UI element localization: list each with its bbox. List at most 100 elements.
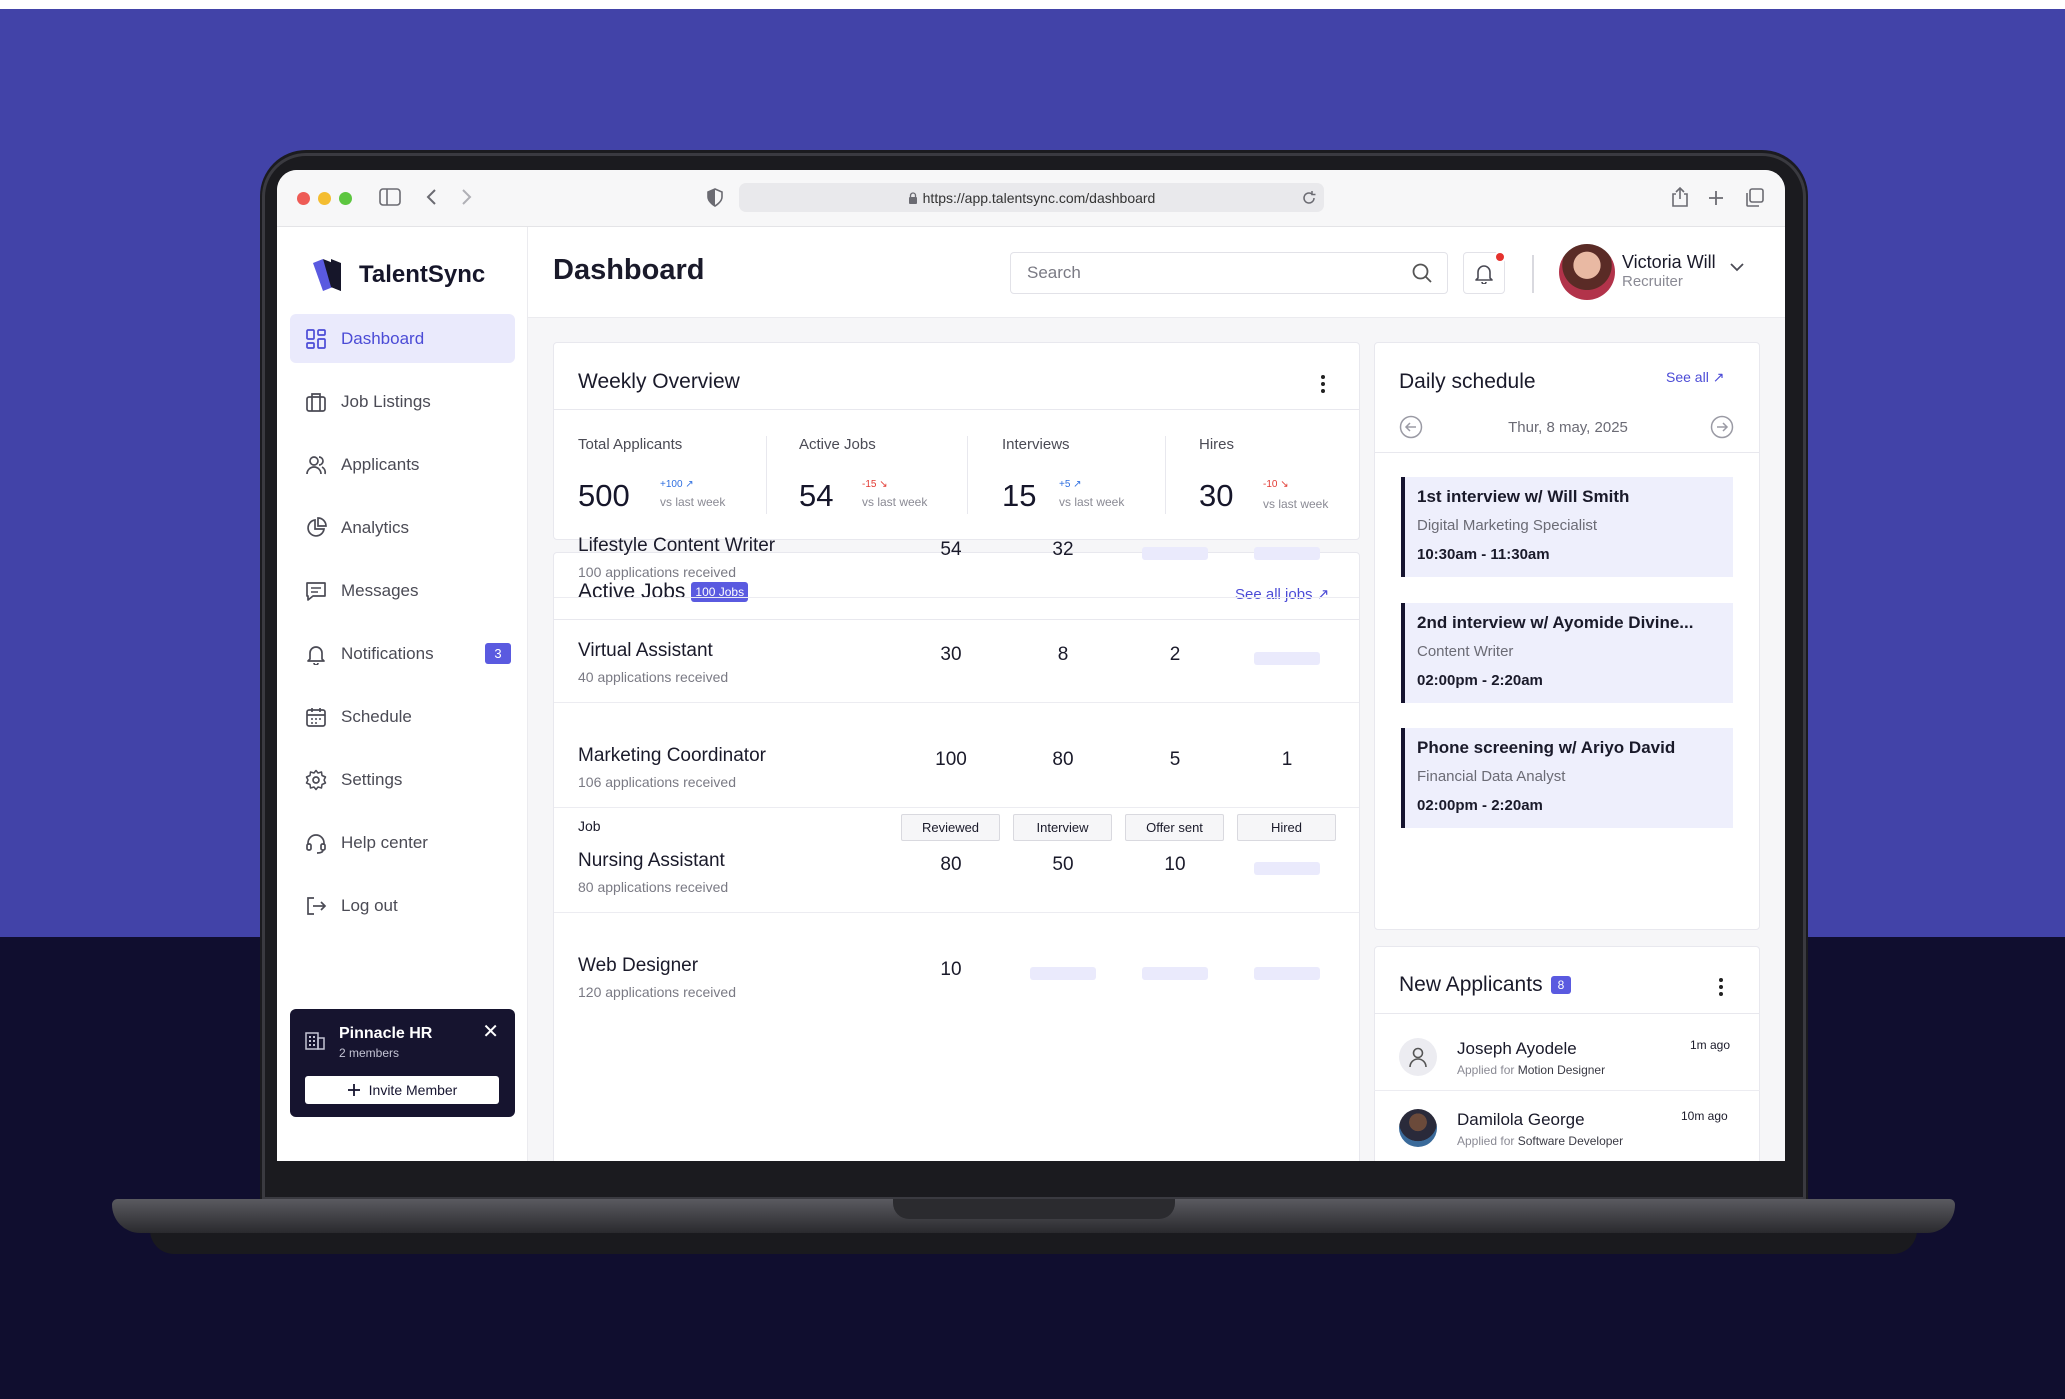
daily-schedule-title: Daily schedule: [1399, 370, 1536, 393]
search-input[interactable]: Search: [1010, 252, 1448, 294]
stat-comparison: vs last week: [1263, 497, 1329, 511]
briefcase-icon: [306, 392, 326, 412]
applicant-time: 10m ago: [1681, 1109, 1728, 1123]
notifications-button[interactable]: [1463, 251, 1506, 294]
sidebar-item-analytics[interactable]: Analytics: [290, 503, 515, 552]
avatar[interactable]: [1399, 1038, 1437, 1076]
shield-icon[interactable]: [707, 188, 723, 207]
avatar[interactable]: [1399, 1109, 1437, 1147]
minimize-window-dot[interactable]: [318, 192, 331, 205]
url-text: https://app.talentsync.com/dashboard: [922, 189, 1156, 206]
sidebar-item-notifications[interactable]: Notifications 3: [290, 629, 515, 678]
sidebar-toggle-icon[interactable]: [379, 188, 401, 206]
empty-value-placeholder: [1254, 547, 1320, 560]
sidebar-item-label: Job Listings: [341, 391, 431, 411]
new-tab-icon[interactable]: [1708, 190, 1724, 206]
empty-value-placeholder: [1254, 967, 1320, 980]
applicant-name[interactable]: Joseph Ayodele: [1457, 1039, 1577, 1059]
stat-value: 30: [1199, 478, 1234, 513]
stat-divider: [1165, 436, 1166, 514]
more-options-icon[interactable]: [1719, 975, 1725, 999]
user-name[interactable]: Victoria Will: [1622, 252, 1716, 273]
empty-value-placeholder: [1254, 862, 1320, 875]
reload-icon[interactable]: [1302, 191, 1316, 205]
previous-day-icon[interactable]: [1399, 415, 1423, 439]
lock-icon: [908, 191, 917, 204]
job-interview-count: 50: [1052, 854, 1074, 875]
back-icon[interactable]: [425, 188, 437, 206]
close-icon[interactable]: ✕: [482, 1019, 499, 1044]
screen: https://app.talentsync.com/dashboard Tal…: [277, 170, 1785, 1161]
sidebar-item-label: Messages: [341, 580, 419, 600]
empty-value-placeholder: [1142, 967, 1208, 980]
sidebar-item-job-listings[interactable]: Job Listings: [290, 377, 515, 426]
job-title[interactable]: Lifestyle Content Writer: [578, 535, 775, 557]
chevron-down-icon[interactable]: [1729, 262, 1745, 272]
organization-name: Pinnacle HR: [339, 1025, 433, 1042]
sidebar-item-label: Dashboard: [341, 328, 425, 348]
close-window-dot[interactable]: [297, 192, 310, 205]
column-header-reviewed[interactable]: Reviewed: [901, 814, 1000, 841]
column-header-offer-sent[interactable]: Offer sent: [1125, 814, 1224, 841]
pie-chart-icon: [307, 516, 327, 537]
invite-member-button[interactable]: Invite Member: [305, 1076, 499, 1104]
stat-delta: -15 ↘: [862, 479, 888, 490]
address-bar[interactable]: https://app.talentsync.com/dashboard: [739, 183, 1324, 212]
logo[interactable]: TalentSync: [311, 257, 485, 293]
job-offer-count: 2: [1169, 644, 1181, 665]
applicant-applied-for: Applied for Motion Designer: [1457, 1063, 1606, 1077]
stat-label: Hires: [1199, 436, 1235, 453]
stat-delta: +5 ↗: [1059, 479, 1082, 490]
schedule-event[interactable]: 1st interview w/ Will Smith Digital Mark…: [1401, 477, 1733, 577]
search-placeholder: Search: [1027, 263, 1081, 282]
event-time: 02:00pm - 2:20am: [1417, 672, 1543, 689]
sidebar-item-applicants[interactable]: Applicants: [290, 440, 515, 489]
see-all-schedule-link[interactable]: See all ↗: [1666, 369, 1724, 386]
job-applications-count: 106 applications received: [578, 774, 736, 790]
sidebar-item-messages[interactable]: Messages: [290, 566, 515, 615]
job-title[interactable]: Web Designer: [578, 955, 698, 977]
applicant-applied-for: Applied for Software Developer: [1457, 1134, 1624, 1148]
sidebar-item-help-center[interactable]: Help center: [290, 818, 515, 867]
avatar[interactable]: [1559, 244, 1615, 300]
event-title: 2nd interview w/ Ayomide Divine...: [1417, 613, 1694, 632]
tabs-overview-icon[interactable]: [1745, 188, 1765, 208]
forward-icon[interactable]: [461, 188, 473, 206]
job-title[interactable]: Nursing Assistant: [578, 850, 725, 872]
event-role: Content Writer: [1417, 643, 1514, 660]
applicant-name[interactable]: Damilola George: [1457, 1110, 1585, 1130]
browser-chrome: https://app.talentsync.com/dashboard: [277, 170, 1785, 227]
job-title[interactable]: Virtual Assistant: [578, 640, 713, 662]
sidebar-item-settings[interactable]: Settings: [290, 755, 515, 804]
job-title[interactable]: Marketing Coordinator: [578, 745, 766, 767]
job-reviewed-count: 10: [940, 959, 962, 980]
maximize-window-dot[interactable]: [339, 192, 352, 205]
see-all-jobs-link[interactable]: See all jobs ↗: [1235, 585, 1329, 603]
card-divider: [1374, 1013, 1760, 1014]
empty-value-placeholder: [1254, 652, 1320, 665]
event-time: 02:00pm - 2:20am: [1417, 797, 1543, 814]
column-header-hired[interactable]: Hired: [1237, 814, 1336, 841]
row-divider: [554, 807, 1359, 808]
row-divider: [554, 912, 1359, 913]
stat-comparison: vs last week: [1059, 495, 1125, 509]
gear-icon: [305, 769, 327, 790]
new-applicants-heading: New Applicants 8: [1399, 973, 1572, 997]
schedule-event[interactable]: 2nd interview w/ Ayomide Divine... Conte…: [1401, 603, 1733, 703]
schedule-event[interactable]: Phone screening w/ Ariyo David Financial…: [1401, 728, 1733, 828]
share-icon[interactable]: [1671, 186, 1689, 208]
talentsync-logo-icon: [313, 259, 341, 291]
more-options-icon[interactable]: [1321, 372, 1327, 396]
sidebar-item-log-out[interactable]: Log out: [290, 881, 515, 930]
sidebar-item-schedule[interactable]: Schedule: [290, 692, 515, 741]
row-divider: [554, 702, 1359, 703]
column-header-interview[interactable]: Interview: [1013, 814, 1112, 841]
page-title: Dashboard: [553, 254, 705, 286]
invite-member-label: Invite Member: [368, 1082, 458, 1098]
bell-icon: [1475, 265, 1493, 284]
job-offer-count: 5: [1169, 749, 1181, 770]
job-interview-count: 8: [1057, 644, 1069, 665]
sidebar-item-dashboard[interactable]: Dashboard: [290, 314, 515, 363]
job-reviewed-count: 54: [940, 539, 962, 560]
next-day-icon[interactable]: [1710, 415, 1734, 439]
